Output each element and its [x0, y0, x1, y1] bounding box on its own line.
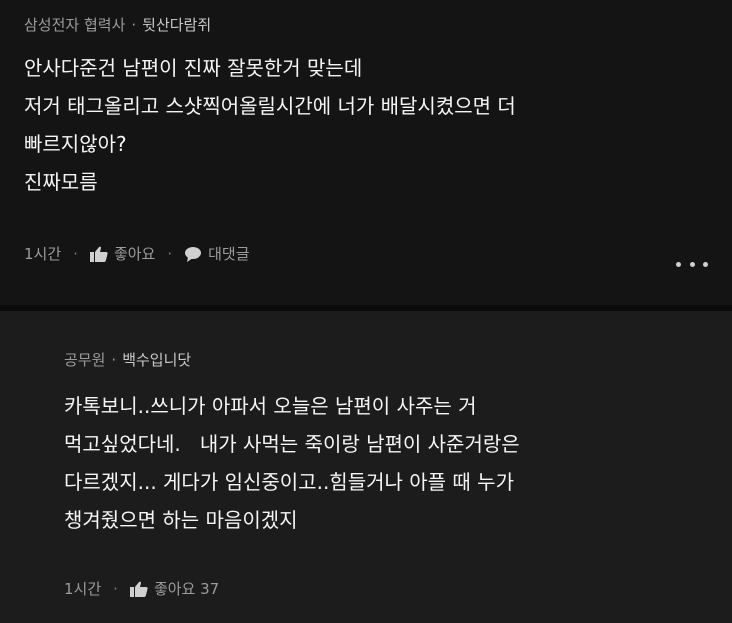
action-separator-dot: · [167, 244, 173, 263]
reply-card: 공무원 · 백수입니닷 카톡보니..쓰니가 아파서 오늘은 남편이 사주는 거 먹고… [0, 311, 732, 623]
reply-body: 카톡보니..쓰니가 아파서 오늘은 남편이 사주는 거 먹고싶었다네. 내가 사… [64, 387, 520, 539]
thumbs-up-icon [129, 581, 148, 597]
comment-line: 진짜모름 [24, 170, 98, 194]
action-separator-dot: · [113, 579, 118, 598]
more-dot [676, 261, 681, 267]
comment-line: 먹고싶었다네. 내가 사먹는 죽이랑 남편이 사준거랑은 [64, 432, 520, 456]
comment-line: 챙겨줬으면 하는 마음이겠지 [64, 508, 298, 532]
speech-bubble-icon [185, 246, 202, 262]
comment-author-meta[interactable]: 삼성전자 협력사 · 뒷산다람쥐 [24, 14, 211, 35]
comment-time: 1시간 [64, 580, 102, 598]
comment-line: 다르겠지... 게다가 임신중이고..힘들거나 아플 때 누가 [64, 470, 514, 494]
reply-button[interactable]: 대댓글 [184, 243, 250, 264]
comment-actions: 1시간 · 좋아요 · 대댓글 [24, 243, 250, 264]
like-button[interactable]: 좋아요 [89, 243, 156, 264]
like-count-label: 좋아요 37 [153, 580, 220, 598]
author-nickname[interactable]: 뒷산다람쥐 [142, 16, 211, 34]
action-separator-dot: · [73, 244, 78, 263]
like-label: 좋아요 [113, 245, 156, 263]
comment-line: 저거 태그올리고 스샷찍어올릴시간에 너가 배달시켰으면 더 [24, 94, 516, 118]
thumbs-up-icon [89, 246, 108, 262]
more-dots-icon[interactable] [676, 256, 708, 272]
author-company: 삼성전자 협력사 [24, 16, 126, 34]
reply-actions: 1시간 · 좋아요 37 [64, 578, 219, 599]
comment-line: 카톡보니..쓰니가 아파서 오늘은 남편이 사주는 거 [64, 394, 477, 418]
comment-line: 빠르지않아? [24, 132, 127, 156]
reply-label: 대댓글 [208, 245, 250, 263]
reply-author-meta[interactable]: 공무원 · 백수입니닷 [64, 349, 191, 370]
comment-body: 안사다준건 남편이 진짜 잘못한거 맞는데 저거 태그올리고 스샷찍어올릴시간에… [24, 49, 516, 201]
comment-line: 안사다준건 남편이 진짜 잘못한거 맞는데 [24, 56, 363, 80]
author-nickname[interactable]: 백수입니닷 [122, 351, 191, 369]
meta-separator-dot: · [111, 351, 117, 369]
comment-card: 삼성전자 협력사 · 뒷산다람쥐 안사다준건 남편이 진짜 잘못한거 맞는데 저거 … [0, 0, 732, 305]
comment-time: 1시간 [24, 245, 62, 263]
author-company: 공무원 [64, 351, 106, 369]
more-dot [689, 261, 695, 267]
meta-separator-dot: · [131, 16, 137, 34]
like-button[interactable]: 좋아요 37 [129, 578, 220, 599]
more-dot [703, 261, 708, 267]
